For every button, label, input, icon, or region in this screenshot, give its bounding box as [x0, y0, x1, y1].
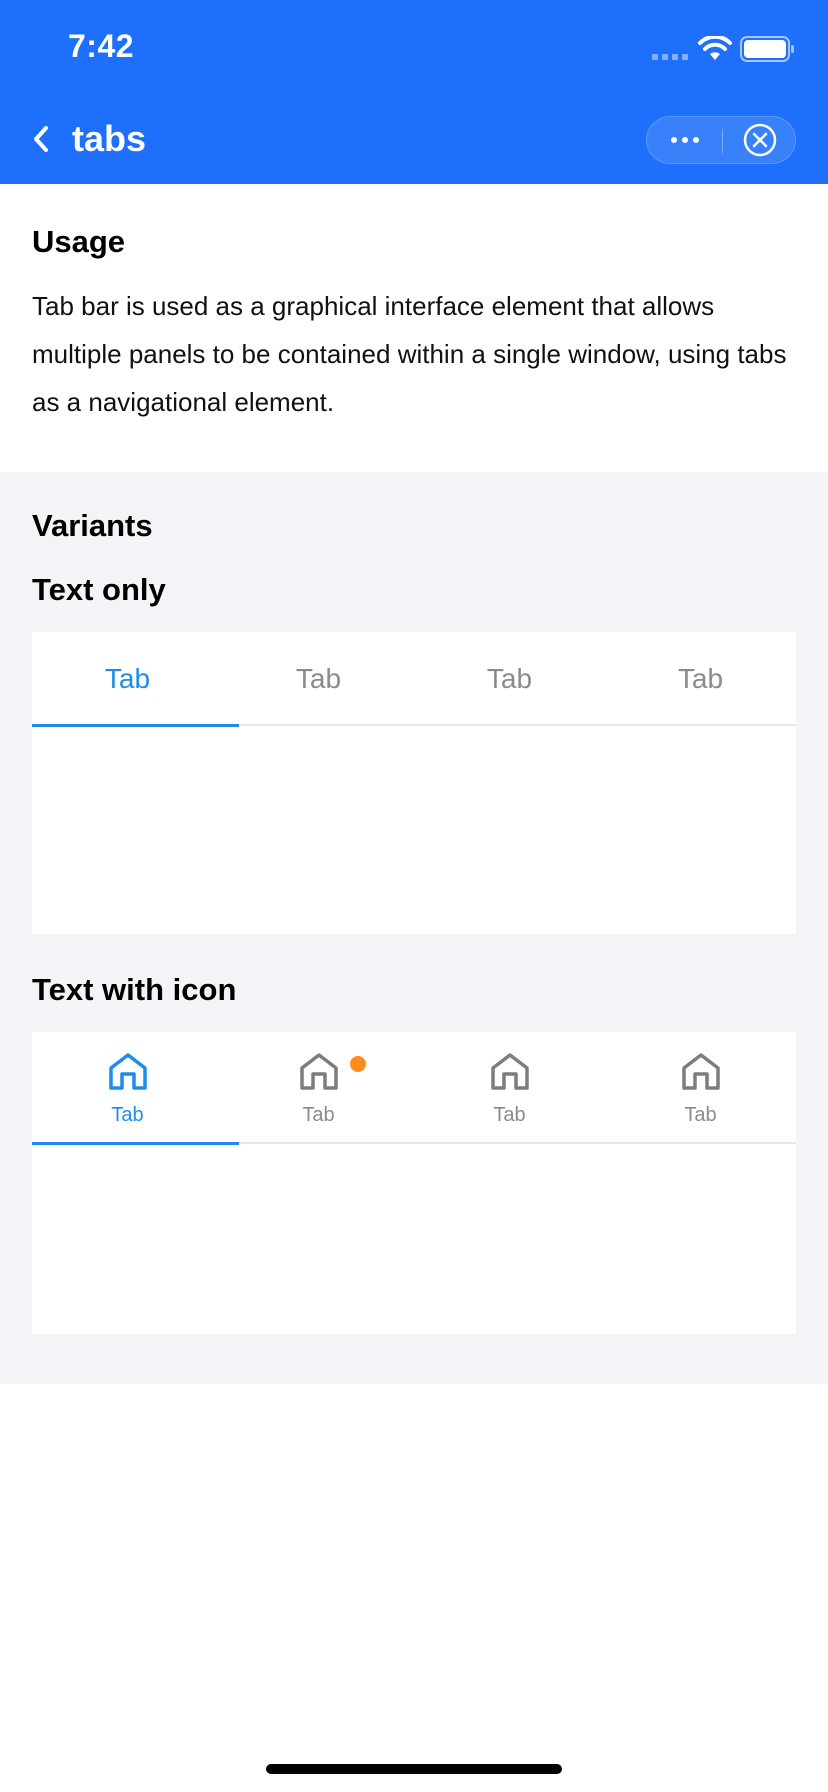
usage-title: Usage	[32, 224, 126, 259]
more-dots-icon	[670, 137, 699, 143]
usage-description: Tab bar is used as a graphical interface…	[32, 291, 787, 417]
back-chevron-icon[interactable]	[26, 118, 56, 160]
icon-tab-label: Tab	[111, 1104, 144, 1126]
variants-title: Variants	[32, 508, 153, 543]
text-tab-4[interactable]: Tab	[605, 632, 796, 726]
variants-section: Variants Text only Tab Tab Tab Tab Text …	[0, 472, 828, 1384]
wifi-icon	[698, 36, 732, 60]
status-time: 7:42	[68, 28, 135, 64]
home-icon	[682, 1053, 720, 1090]
home-indicator	[266, 1764, 562, 1774]
more-button[interactable]	[647, 117, 722, 163]
app-header: 7:42 tabs	[0, 0, 828, 184]
mini-program-capsule	[646, 116, 796, 164]
active-tab-indicator	[32, 724, 239, 727]
badge-dot	[350, 1056, 366, 1072]
battery-icon	[740, 36, 794, 62]
icon-tab-label: Tab	[493, 1104, 526, 1126]
icon-tabbar: Tab Tab Tab Tab	[32, 1032, 796, 1145]
text-tab-1[interactable]: Tab	[32, 632, 223, 726]
text-with-icon-title: Text with icon	[32, 972, 237, 1007]
text-tabbar: Tab Tab Tab Tab	[32, 632, 796, 727]
close-button[interactable]	[723, 117, 797, 163]
text-tab-3[interactable]: Tab	[414, 632, 605, 726]
close-circle-icon	[743, 123, 777, 157]
usage-section: Usage Tab bar is used as a graphical int…	[0, 184, 828, 472]
icon-tab-label: Tab	[684, 1104, 717, 1126]
home-icon	[491, 1053, 529, 1090]
text-only-title: Text only	[32, 572, 166, 607]
cellular-signal-icon	[652, 54, 688, 60]
active-tab-indicator	[32, 1142, 239, 1145]
icon-tab-3[interactable]: Tab	[414, 1032, 605, 1144]
page-title: tabs	[72, 118, 147, 159]
text-tab-2[interactable]: Tab	[223, 632, 414, 726]
icon-tab-1[interactable]: Tab	[32, 1032, 223, 1144]
home-icon	[109, 1053, 147, 1090]
icon-tab-4[interactable]: Tab	[605, 1032, 796, 1144]
icon-tab-2[interactable]: Tab	[223, 1032, 414, 1144]
text-only-tabs-card: Tab Tab Tab Tab	[32, 632, 796, 934]
icon-tab-label: Tab	[302, 1104, 335, 1126]
home-icon	[300, 1053, 338, 1090]
icon-tabs-card: Tab Tab Tab Tab	[32, 1032, 796, 1334]
